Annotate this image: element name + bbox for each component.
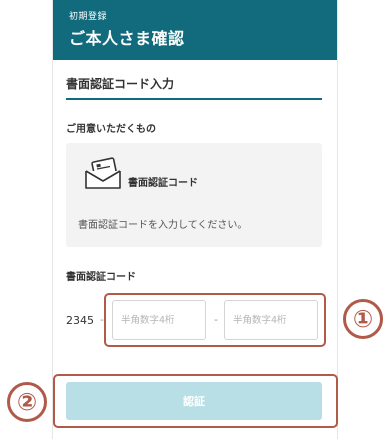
code-prefix: 2345 (66, 314, 94, 327)
annotation-badge-2: ② (7, 382, 47, 422)
annotation-highlight-inputs (104, 293, 326, 347)
prep-label: ご用意いただくもの (66, 124, 156, 135)
code-label: 書面認証コード (66, 272, 136, 283)
section-title: 書面認証コード入力 (66, 77, 175, 91)
page-title: ご本人さま確認 (69, 29, 185, 48)
annotation-badge-1: ① (343, 299, 383, 339)
header-subtitle: 初期登録 (69, 12, 108, 22)
card-description: 書面認証コードを入力してください。 (78, 220, 248, 231)
annotation-highlight-submit (53, 374, 338, 428)
document-envelope-icon (85, 157, 121, 189)
section-underline (66, 98, 322, 100)
prep-card: 書面認証コード 書面認証コードを入力してください。 (66, 143, 322, 247)
card-label: 書面認証コード (128, 178, 198, 189)
header: 初期登録 ご本人さま確認 (53, 0, 337, 60)
